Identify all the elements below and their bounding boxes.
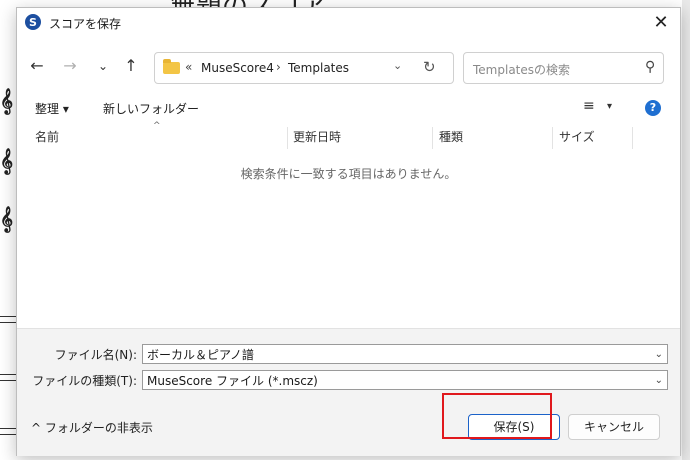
recent-locations-button[interactable]: ⌄ (91, 54, 115, 78)
staff-line (0, 434, 16, 435)
musescore-app-icon: S (25, 14, 41, 30)
folder-icon (163, 59, 180, 74)
search-box[interactable]: Templatesの検索 ⚲ (463, 52, 664, 84)
refresh-icon[interactable]: ↻ (423, 58, 436, 76)
breadcrumb-overflow[interactable]: « (185, 60, 192, 74)
column-size[interactable]: サイズ (559, 127, 595, 149)
filename-field[interactable]: ボーカル＆ピアノ譜 ⌄ (142, 344, 668, 364)
organize-menu[interactable]: 整理 ▾ (35, 100, 69, 117)
staff-line (0, 380, 16, 381)
chevron-down-icon[interactable]: ⌄ (655, 371, 663, 391)
hide-folders-button[interactable]: ^ フォルダーの非表示 (31, 419, 153, 436)
help-icon[interactable]: ? (645, 100, 661, 116)
new-folder-button[interactable]: 新しいフォルダー (103, 100, 199, 117)
search-input[interactable]: Templatesの検索 (473, 61, 570, 78)
cancel-button[interactable]: キャンセル (568, 414, 660, 440)
navigation-bar: ← → ⌄ ↑ « MuseScore4 › Templates ⌄ ↻ Tem… (17, 42, 680, 90)
breadcrumb-templates[interactable]: Templates (288, 61, 349, 75)
staff-line (0, 316, 16, 317)
sort-arrow-icon: ^ (153, 121, 161, 131)
empty-list-message: 検索条件に一致する項目はありません。 (240, 167, 457, 181)
column-divider[interactable] (632, 127, 633, 149)
view-dropdown-icon[interactable]: ▾ (607, 101, 612, 112)
background-scrollbar (682, 0, 690, 460)
save-dialog: S スコアを保存 ✕ ← → ⌄ ↑ « MuseScore4 › Templa… (16, 7, 681, 456)
close-button[interactable]: ✕ (648, 10, 674, 36)
clef-icon: 𝄞 (0, 206, 14, 232)
column-divider[interactable] (432, 127, 433, 149)
clef-icon: 𝄞 (0, 148, 14, 174)
filetype-select[interactable]: MuseScore ファイル (*.mscz) ⌄ (142, 370, 668, 390)
column-modified[interactable]: 更新日時 (293, 127, 341, 149)
command-bar: 整理 ▾ 新しいフォルダー ≡ ▾ ? (17, 96, 680, 122)
address-dropdown-icon[interactable]: ⌄ (393, 59, 402, 72)
search-icon[interactable]: ⚲ (645, 59, 655, 75)
annotation-highlight-box (442, 393, 552, 439)
column-divider[interactable] (552, 127, 553, 149)
back-button[interactable]: ← (25, 54, 49, 78)
column-divider[interactable] (287, 127, 288, 149)
dialog-titlebar: S スコアを保存 ✕ (17, 8, 680, 38)
column-name[interactable]: 名前 (35, 127, 59, 149)
breadcrumb-separator[interactable]: › (276, 60, 281, 74)
forward-button[interactable]: → (58, 54, 82, 78)
filename-value: ボーカル＆ピアノ譜 (147, 348, 254, 362)
filetype-label: ファイルの種類(T): (32, 374, 137, 388)
column-type[interactable]: 種類 (439, 127, 463, 149)
filetype-value: MuseScore ファイル (*.mscz) (147, 374, 318, 388)
dialog-title: スコアを保存 (49, 17, 122, 31)
staff-line (0, 322, 16, 323)
breadcrumb-musescore4[interactable]: MuseScore4 (201, 61, 274, 75)
staff-line (0, 374, 16, 375)
chevron-down-icon[interactable]: ⌄ (655, 345, 663, 365)
up-button[interactable]: ↑ (119, 54, 143, 78)
clef-icon: 𝄞 (0, 88, 14, 114)
staff-line (0, 428, 16, 429)
dialog-footer: ファイル名(N): ボーカル＆ピアノ譜 ⌄ ファイルの種類(T): MuseSc… (17, 328, 680, 456)
view-options-icon[interactable]: ≡ (583, 98, 595, 114)
filename-label: ファイル名(N): (54, 348, 137, 362)
address-bar[interactable]: « MuseScore4 › Templates ⌄ ↻ (154, 52, 454, 84)
file-list-header: ^ 名前 更新日時 種類 サイズ (17, 121, 680, 151)
